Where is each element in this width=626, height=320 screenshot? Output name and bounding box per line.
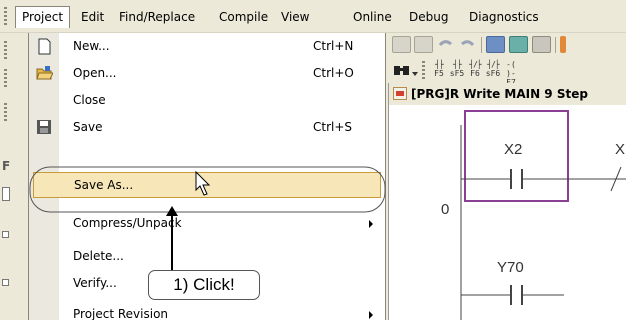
- toolbar-grip[interactable]: [4, 103, 7, 123]
- device-label-x2: X2: [504, 141, 523, 158]
- program-icon: [393, 87, 407, 100]
- menu-item-label: New...: [73, 39, 110, 53]
- undo-icon[interactable]: [436, 36, 455, 53]
- menu-item-label: Project Revision: [73, 307, 169, 320]
- paste-icon[interactable]: [414, 36, 433, 53]
- menu-item-shortcut: Ctrl+S: [313, 120, 353, 134]
- fkey-label: F6: [470, 69, 480, 78]
- menu-edit[interactable]: Edit: [75, 6, 110, 28]
- fkey-label: F5: [434, 69, 444, 78]
- menu-project-label: Project: [22, 10, 64, 24]
- binoculars-icon[interactable]: [392, 61, 411, 78]
- program-window-title: [PRG]R Write MAIN 9 Step: [411, 87, 588, 101]
- menu-item-project-revision[interactable]: Project Revision: [29, 301, 385, 320]
- menu-project[interactable]: Project: [15, 6, 71, 28]
- dropdown-arrow-icon[interactable]: [412, 72, 418, 76]
- menu-debug-label: Debug: [409, 10, 449, 24]
- menu-item-save-as[interactable]: Save As...: [33, 172, 381, 198]
- toolbar-separator: [481, 37, 482, 53]
- parallel-closed-key[interactable]: ┤/├ sF6: [484, 60, 502, 78]
- toolbar-grip[interactable]: [4, 69, 7, 89]
- menu-item-label: Close: [73, 93, 106, 107]
- menu-debug[interactable]: Debug: [403, 6, 454, 28]
- panel-edge: F: [2, 159, 11, 173]
- device-verify-icon[interactable]: [532, 36, 551, 53]
- menu-view-label: View: [281, 10, 310, 24]
- menu-item-open[interactable]: Open... Ctrl+O: [29, 60, 385, 87]
- menu-item-label: Delete...: [73, 249, 124, 263]
- toolbar-area: ┤├F5 ┤├sF5 ┤/├F6 ┤/├sF6 -( )-F7: [388, 33, 626, 87]
- tree-node[interactable]: [2, 187, 10, 201]
- expand-icon[interactable]: [2, 231, 9, 238]
- menu-diagnostics[interactable]: Diagnostics: [463, 6, 545, 28]
- menu-item-new[interactable]: New... Ctrl+N: [29, 33, 385, 60]
- toolbar-overflow-icon[interactable]: [560, 36, 566, 53]
- ladder-diagram[interactable]: [389, 105, 626, 320]
- program-window-titlebar[interactable]: [PRG]R Write MAIN 9 Step: [389, 83, 626, 105]
- step-number: 0: [441, 201, 450, 218]
- menu-item-delete[interactable]: Delete...: [29, 243, 385, 270]
- toolbar-separator: [555, 37, 556, 53]
- menu-item-shortcut: Ctrl+N: [313, 39, 354, 53]
- ladder-toolbar: ┤├F5 ┤├sF5 ┤/├F6 ┤/├sF6 -( )-F7: [388, 58, 626, 87]
- device-label-x: X: [615, 141, 626, 158]
- menu-find-replace-label: Find/Replace: [119, 10, 196, 24]
- menu-online[interactable]: Online: [347, 6, 398, 28]
- menu-item-label: Open...: [73, 66, 117, 80]
- toolbar-grip[interactable]: [422, 61, 425, 79]
- menu-edit-label: Edit: [81, 10, 105, 24]
- standard-toolbar: [388, 33, 626, 57]
- copy-icon[interactable]: [392, 36, 411, 53]
- menu-compile[interactable]: Compile: [213, 6, 274, 28]
- fkey-label: sF5: [449, 69, 465, 78]
- menu-online-label: Online: [353, 10, 392, 24]
- device-write-icon[interactable]: [509, 36, 528, 53]
- menu-item-shortcut: Ctrl+O: [313, 66, 354, 80]
- menu-diagnostics-label: Diagnostics: [469, 10, 539, 24]
- menu-item-label: Compress/Unpack: [73, 216, 182, 230]
- menu-item-label: Verify...: [73, 276, 117, 290]
- parallel-contact-key[interactable]: ┤├ sF5: [448, 60, 466, 78]
- redo-icon[interactable]: [458, 36, 477, 53]
- save-disk-icon: [37, 120, 51, 134]
- menu-item-save[interactable]: Save Ctrl+S: [29, 114, 385, 141]
- open-folder-icon: [36, 66, 53, 80]
- open-contact-key[interactable]: ┤├ F5: [430, 60, 448, 78]
- program-window: [PRG]R Write MAIN 9 Step 0 X2 X Y70: [388, 83, 626, 320]
- closed-contact-key[interactable]: ┤/├ F6: [466, 60, 484, 78]
- menu-item-compress-unpack[interactable]: Compress/Unpack: [29, 210, 385, 237]
- menu-item-close[interactable]: Close: [29, 87, 385, 114]
- menubar-grip[interactable]: [4, 7, 7, 27]
- fkey-label: sF6: [485, 69, 501, 78]
- device-label-y70: Y70: [497, 259, 524, 276]
- expand-icon[interactable]: [2, 279, 9, 286]
- callout-text: 1) Click!: [173, 275, 235, 294]
- new-document-icon: [38, 38, 51, 55]
- submenu-arrow-icon: [369, 311, 373, 319]
- menu-compile-label: Compile: [219, 10, 269, 24]
- menu-view[interactable]: View: [275, 6, 315, 28]
- submenu-arrow-icon: [369, 220, 373, 228]
- toolbar-grip[interactable]: [4, 41, 7, 61]
- menu-find-replace[interactable]: Find/Replace: [113, 6, 201, 28]
- menu-item-label: Save As...: [74, 178, 134, 192]
- device-read-icon[interactable]: [486, 36, 505, 53]
- click-callout: 1) Click!: [148, 270, 260, 300]
- left-dock: F: [0, 33, 28, 320]
- menu-item-label: Save: [73, 120, 103, 134]
- menu-bar: Project Edit Find/Replace Compile View O…: [0, 0, 626, 33]
